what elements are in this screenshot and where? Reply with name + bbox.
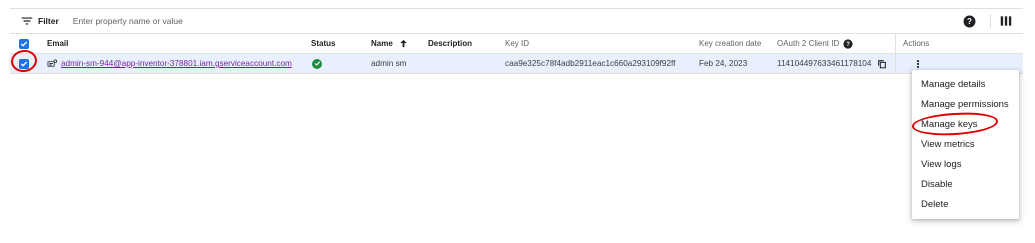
column-header-oauth-client-id[interactable]: OAuth 2 Client ID ? [777,34,853,53]
actions-column-divider [895,34,896,53]
column-header-status[interactable]: Status [311,34,335,53]
menu-item-view-logs[interactable]: View logs [912,155,1019,175]
svg-text:?: ? [967,17,972,26]
column-header-oauth-label: OAuth 2 Client ID [777,39,840,48]
filter-label: Filter [38,16,59,26]
menu-item-delete[interactable]: Delete [912,195,1019,215]
filter-icon[interactable] [20,14,34,28]
email-cell: admin-sm-944@app-inventor-378801.iam.gse… [47,54,292,73]
table-header: Email Status Name Description Key ID Key… [10,33,1023,54]
filter-bar: Filter ? [10,9,1023,33]
service-accounts-table: Email Status Name Description Key ID Key… [10,33,1023,74]
column-header-key-creation-date[interactable]: Key creation date [699,34,761,53]
toolbar-divider [990,14,991,28]
column-display-icon[interactable] [999,14,1013,28]
help-icon[interactable]: ? [843,38,853,49]
check-circle-icon [312,58,322,69]
menu-item-view-metrics[interactable]: View metrics [912,135,1019,155]
table-row[interactable]: admin-sm-944@app-inventor-378801.iam.gse… [10,54,1023,74]
service-account-icon [47,59,58,67]
column-header-description[interactable]: Description [428,34,472,53]
column-header-name[interactable]: Name [371,34,409,53]
status-cell [312,54,322,73]
column-header-actions: Actions [903,39,930,48]
menu-item-manage-details[interactable]: Manage details [912,75,1019,95]
column-header-key-id[interactable]: Key ID [505,34,529,53]
help-icon[interactable]: ? [963,15,976,28]
filter-toolbar-right: ? [963,9,1015,33]
arrow-up-icon [400,39,407,48]
copy-icon[interactable] [877,59,887,69]
actions-column-divider [895,54,896,73]
more-vert-icon [916,59,920,68]
column-header-name-label: Name [371,39,393,48]
actions-menu: Manage details Manage permissions Manage… [912,70,1019,219]
key-creation-date-cell: Feb 24, 2023 [699,59,748,68]
column-header-email[interactable]: Email [47,34,68,53]
oauth-client-id-cell: 114104497633461178104 [777,54,887,73]
svg-text:?: ? [846,41,850,48]
oauth-client-id-value: 114104497633461178104 [777,59,872,68]
key-id-cell: caa9e325c78f4adb2911eac1c660a293109f92ff [505,59,676,68]
filter-input[interactable] [72,16,433,26]
menu-item-disable[interactable]: Disable [912,175,1019,195]
service-account-email-link[interactable]: admin-sm-944@app-inventor-378801.iam.gse… [61,59,292,68]
name-cell: admin sm [371,59,407,68]
